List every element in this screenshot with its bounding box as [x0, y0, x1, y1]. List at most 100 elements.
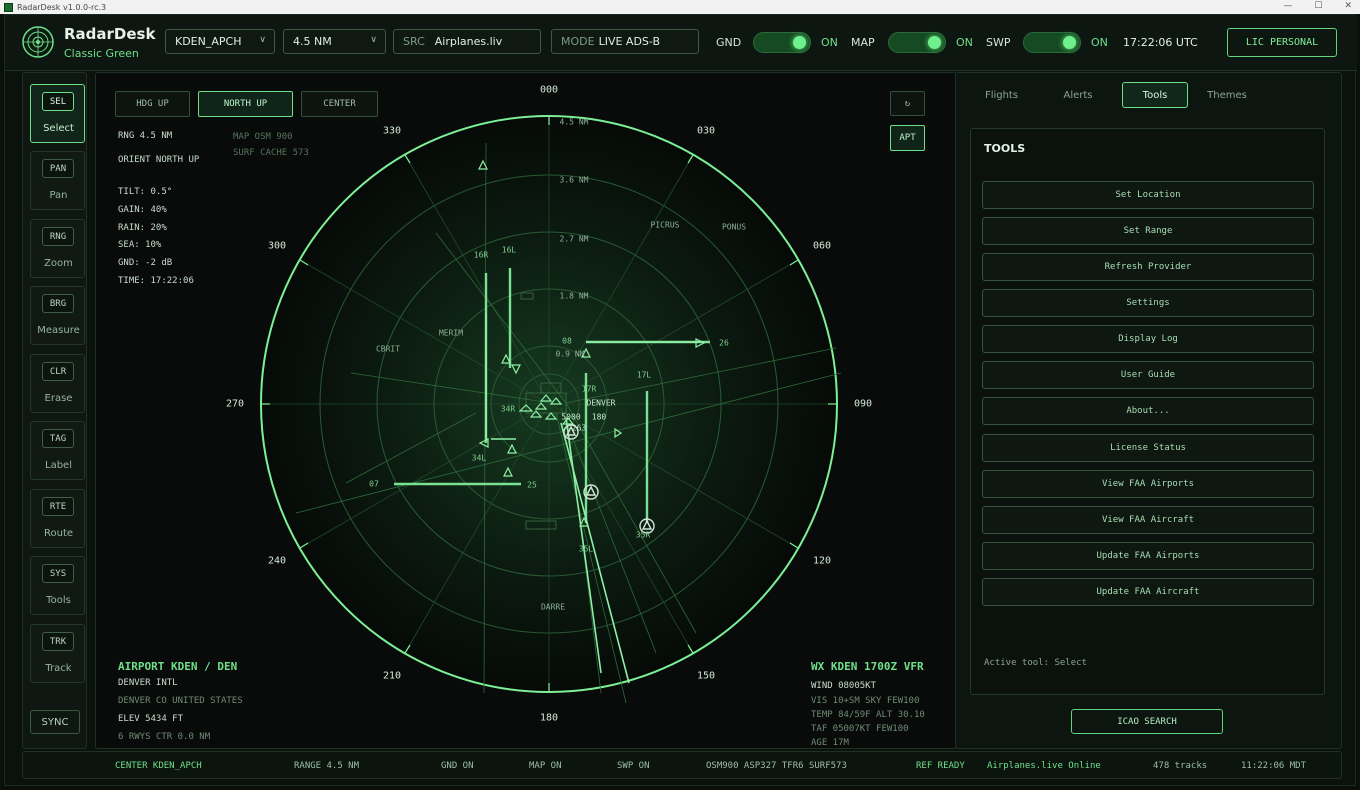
bearing-label-180: 180	[539, 712, 559, 724]
tool-code: BRG	[42, 294, 74, 313]
sync-button[interactable]: SYNC	[30, 710, 80, 734]
bearing-label-150: 150	[696, 670, 716, 682]
about-button[interactable]: About...	[982, 397, 1314, 425]
tool-track[interactable]: TRK Track	[30, 624, 85, 683]
set-location-button[interactable]: Set Location	[982, 181, 1314, 209]
runway-label: 26	[719, 338, 729, 348]
tool-code: RNG	[42, 227, 74, 246]
status-local-time: 11:22:06 MDT	[1241, 761, 1307, 771]
tool-route[interactable]: RTE Route	[30, 489, 85, 548]
ring-label: 1.8 NM	[559, 291, 589, 301]
tool-label[interactable]: TAG Label	[30, 421, 85, 480]
tool-name: Select	[43, 123, 74, 134]
utc-clock: 17:22:06 UTC	[1123, 36, 1198, 49]
fix-label: DARRE	[540, 602, 566, 612]
window-title: RadarDesk v1.0.0-rc.3	[17, 2, 107, 12]
airport-runways: 6 RWYS CTR 0.0 NM	[118, 732, 211, 742]
surf-cache-info: SURF CACHE 573	[233, 148, 309, 158]
tab-themes[interactable]: Themes	[1196, 82, 1258, 108]
runway-label: 35L	[578, 544, 594, 554]
icao-search-button[interactable]: ICAO SEARCH	[1071, 709, 1223, 734]
bearing-label-030: 030	[696, 125, 716, 137]
view-faa-aircraft-button[interactable]: View FAA Aircraft	[982, 506, 1314, 534]
runway-label: 07	[369, 479, 379, 489]
toggle-knob	[1063, 36, 1076, 49]
center-elev-label: 5000	[561, 412, 581, 422]
weather-title: WX KDEN 1700Z VFR	[811, 660, 924, 673]
north-up-button[interactable]: NORTH UP	[198, 91, 293, 117]
time-readout: TIME: 17:22:06	[118, 276, 194, 286]
map-info: MAP OSM 900	[233, 132, 293, 142]
app-icon	[4, 2, 13, 12]
tool-code: RTE	[42, 497, 74, 516]
runway-label: 08	[562, 336, 572, 346]
tool-name: Tools	[46, 595, 71, 606]
display-log-button[interactable]: Display Log	[982, 325, 1314, 353]
tool-code: TRK	[42, 632, 74, 651]
maximize-button[interactable]: ☐	[1314, 1, 1322, 11]
center-id-label: 263	[571, 423, 587, 433]
apt-button[interactable]: APT	[890, 125, 925, 151]
view-faa-airports-button[interactable]: View FAA Airports	[982, 470, 1314, 498]
tool-code: PAN	[42, 159, 74, 178]
rain-readout: RAIN: 20%	[118, 223, 167, 233]
runway-label: 34R	[500, 404, 516, 414]
toggle-knob	[928, 36, 941, 49]
update-faa-airports-button[interactable]: Update FAA Airports	[982, 542, 1314, 570]
refresh-provider-button[interactable]: Refresh Provider	[982, 253, 1314, 281]
bearing-label-300: 300	[267, 240, 287, 252]
weather-wind: WIND 08005KT	[811, 681, 877, 691]
update-faa-aircraft-button[interactable]: Update FAA Aircraft	[982, 578, 1314, 606]
runway-label: 16L	[501, 245, 517, 255]
status-provider: Airplanes.live Online	[987, 761, 1101, 771]
close-button[interactable]: ✕	[1344, 1, 1352, 11]
ring-label: 0.9 NM	[555, 349, 585, 359]
mode-field[interactable]: MODE LIVE ADS-B	[551, 29, 699, 54]
tools-list-panel: TOOLS Set Location Set Range Refresh Pro…	[970, 128, 1325, 695]
license-status-button[interactable]: License Status	[982, 434, 1314, 462]
tab-alerts[interactable]: Alerts	[1048, 82, 1108, 108]
airport-select[interactable]: KDEN_APCH ∨	[165, 29, 275, 54]
swp-toggle[interactable]	[1023, 32, 1081, 53]
tool-zoom[interactable]: RNG Zoom	[30, 219, 85, 278]
radar-scope[interactable]	[96, 73, 957, 749]
map-toggle[interactable]	[888, 32, 946, 53]
bearing-label-240: 240	[267, 555, 287, 567]
runway-label: 17R	[581, 384, 597, 394]
tool-erase[interactable]: CLR Erase	[30, 354, 85, 413]
ring-label: 4.5 NM	[559, 117, 589, 127]
radar-logo-icon	[22, 26, 54, 58]
settings-button[interactable]: Settings	[982, 289, 1314, 317]
refresh-icon[interactable]: ↻	[890, 91, 925, 116]
mode-label: MODE	[561, 35, 595, 48]
status-layers: OSM900 ASP327 TFR6 SURF573	[706, 761, 847, 771]
weather-age: AGE 17M	[811, 738, 849, 748]
set-range-button[interactable]: Set Range	[982, 217, 1314, 245]
status-map: MAP ON	[529, 761, 562, 771]
header-bar: RadarDesk Classic Green KDEN_APCH ∨ 4.5 …	[5, 15, 1357, 71]
bearing-label-210: 210	[382, 670, 402, 682]
tool-measure[interactable]: BRG Measure	[30, 286, 85, 345]
tab-tools[interactable]: Tools	[1122, 82, 1188, 108]
user-guide-button[interactable]: User Guide	[982, 361, 1314, 389]
tab-flights[interactable]: Flights	[969, 82, 1034, 108]
radar-scope-panel[interactable]: HDG UP NORTH UP CENTER ↻ APT RNG 4.5 NM …	[95, 72, 957, 749]
source-label: SRC	[403, 35, 425, 48]
center-button[interactable]: CENTER	[301, 91, 378, 117]
minimize-button[interactable]: —	[1283, 1, 1292, 11]
fix-label: MERIM	[438, 328, 464, 338]
gnd-toggle[interactable]	[753, 32, 811, 53]
status-swp: SWP ON	[617, 761, 650, 771]
tool-tools[interactable]: SYS Tools	[30, 556, 85, 615]
tool-name: Route	[43, 528, 74, 539]
tool-pan[interactable]: PAN Pan	[30, 151, 85, 210]
source-field[interactable]: SRC Airplanes.liv	[393, 29, 541, 54]
range-select[interactable]: 4.5 NM ∨	[283, 29, 386, 54]
fix-label: PICRUS	[650, 220, 680, 230]
runway-label: 34L	[471, 453, 487, 463]
active-tool-status: Active tool: Select	[984, 658, 1087, 668]
airport-select-value: KDEN_APCH	[175, 35, 242, 48]
license-button[interactable]: LIC PERSONAL	[1227, 28, 1337, 57]
tool-select[interactable]: SEL Select	[30, 84, 85, 143]
hdg-up-button[interactable]: HDG UP	[115, 91, 190, 117]
